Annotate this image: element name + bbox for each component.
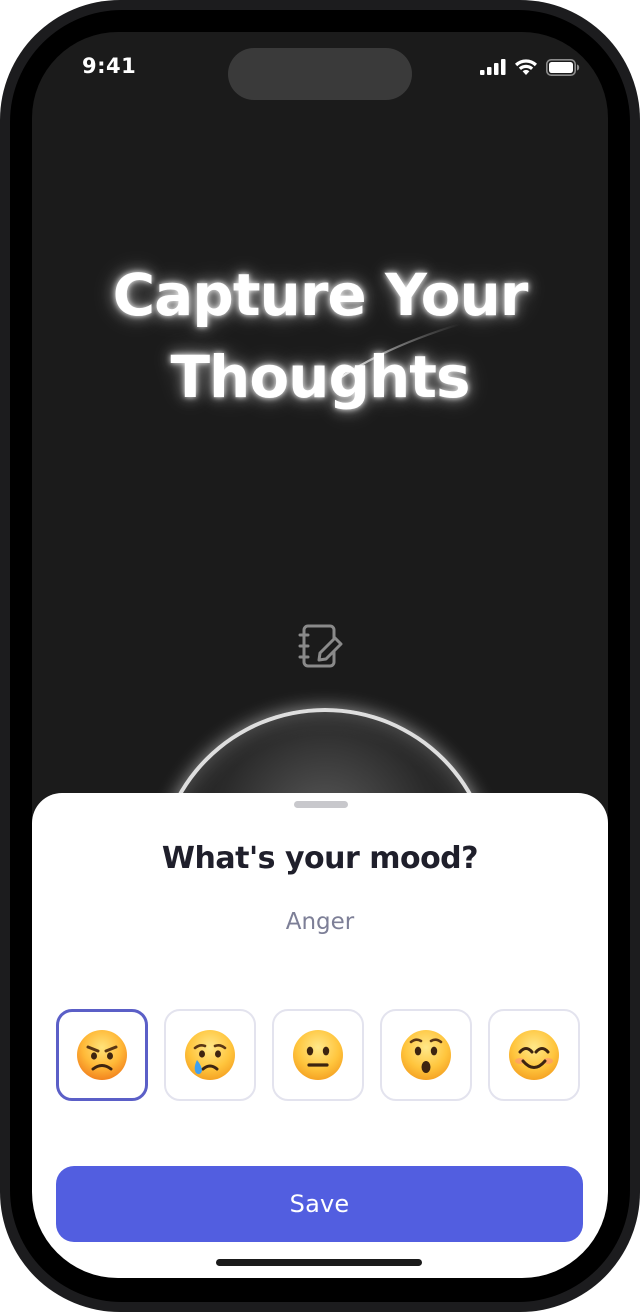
home-indicator[interactable] <box>216 1259 422 1266</box>
selected-mood-label: Anger <box>285 909 355 935</box>
surprised-face-icon <box>401 1030 451 1080</box>
mood-option-anger[interactable] <box>56 1009 148 1101</box>
hero-title-line-2: Thoughts <box>170 343 470 411</box>
cellular-signal-icon <box>480 59 506 75</box>
sheet-title: What's your mood? <box>161 841 479 876</box>
save-button[interactable]: Save <box>56 1166 583 1242</box>
status-time: 9:41 <box>82 54 137 78</box>
angry-face-icon <box>77 1030 127 1080</box>
sheet-grabber[interactable] <box>294 801 348 808</box>
hero-title-line-1: Capture Your <box>112 261 529 329</box>
screen: 9:41 Capture Your Thoughts What's your m… <box>32 32 608 1278</box>
notebook-pen-icon[interactable] <box>297 622 343 672</box>
wifi-icon <box>514 58 538 76</box>
mood-option-sadness[interactable] <box>164 1009 256 1101</box>
mood-bottom-sheet: What's your mood? Anger Save <box>32 793 608 1278</box>
hero-title: Capture Your Thoughts <box>32 254 608 418</box>
status-bar: 9:41 <box>32 32 608 112</box>
mood-options <box>56 1009 586 1105</box>
crying-face-icon <box>185 1030 235 1080</box>
mood-option-happy[interactable] <box>488 1009 580 1101</box>
mood-option-surprise[interactable] <box>380 1009 472 1101</box>
smiling-face-icon <box>509 1030 559 1080</box>
phone-frame: 9:41 Capture Your Thoughts What's your m… <box>0 0 640 1312</box>
status-icons <box>480 58 580 76</box>
mood-option-neutral[interactable] <box>272 1009 364 1101</box>
battery-icon <box>546 58 580 76</box>
neutral-face-icon <box>293 1030 343 1080</box>
dynamic-island <box>228 48 412 100</box>
